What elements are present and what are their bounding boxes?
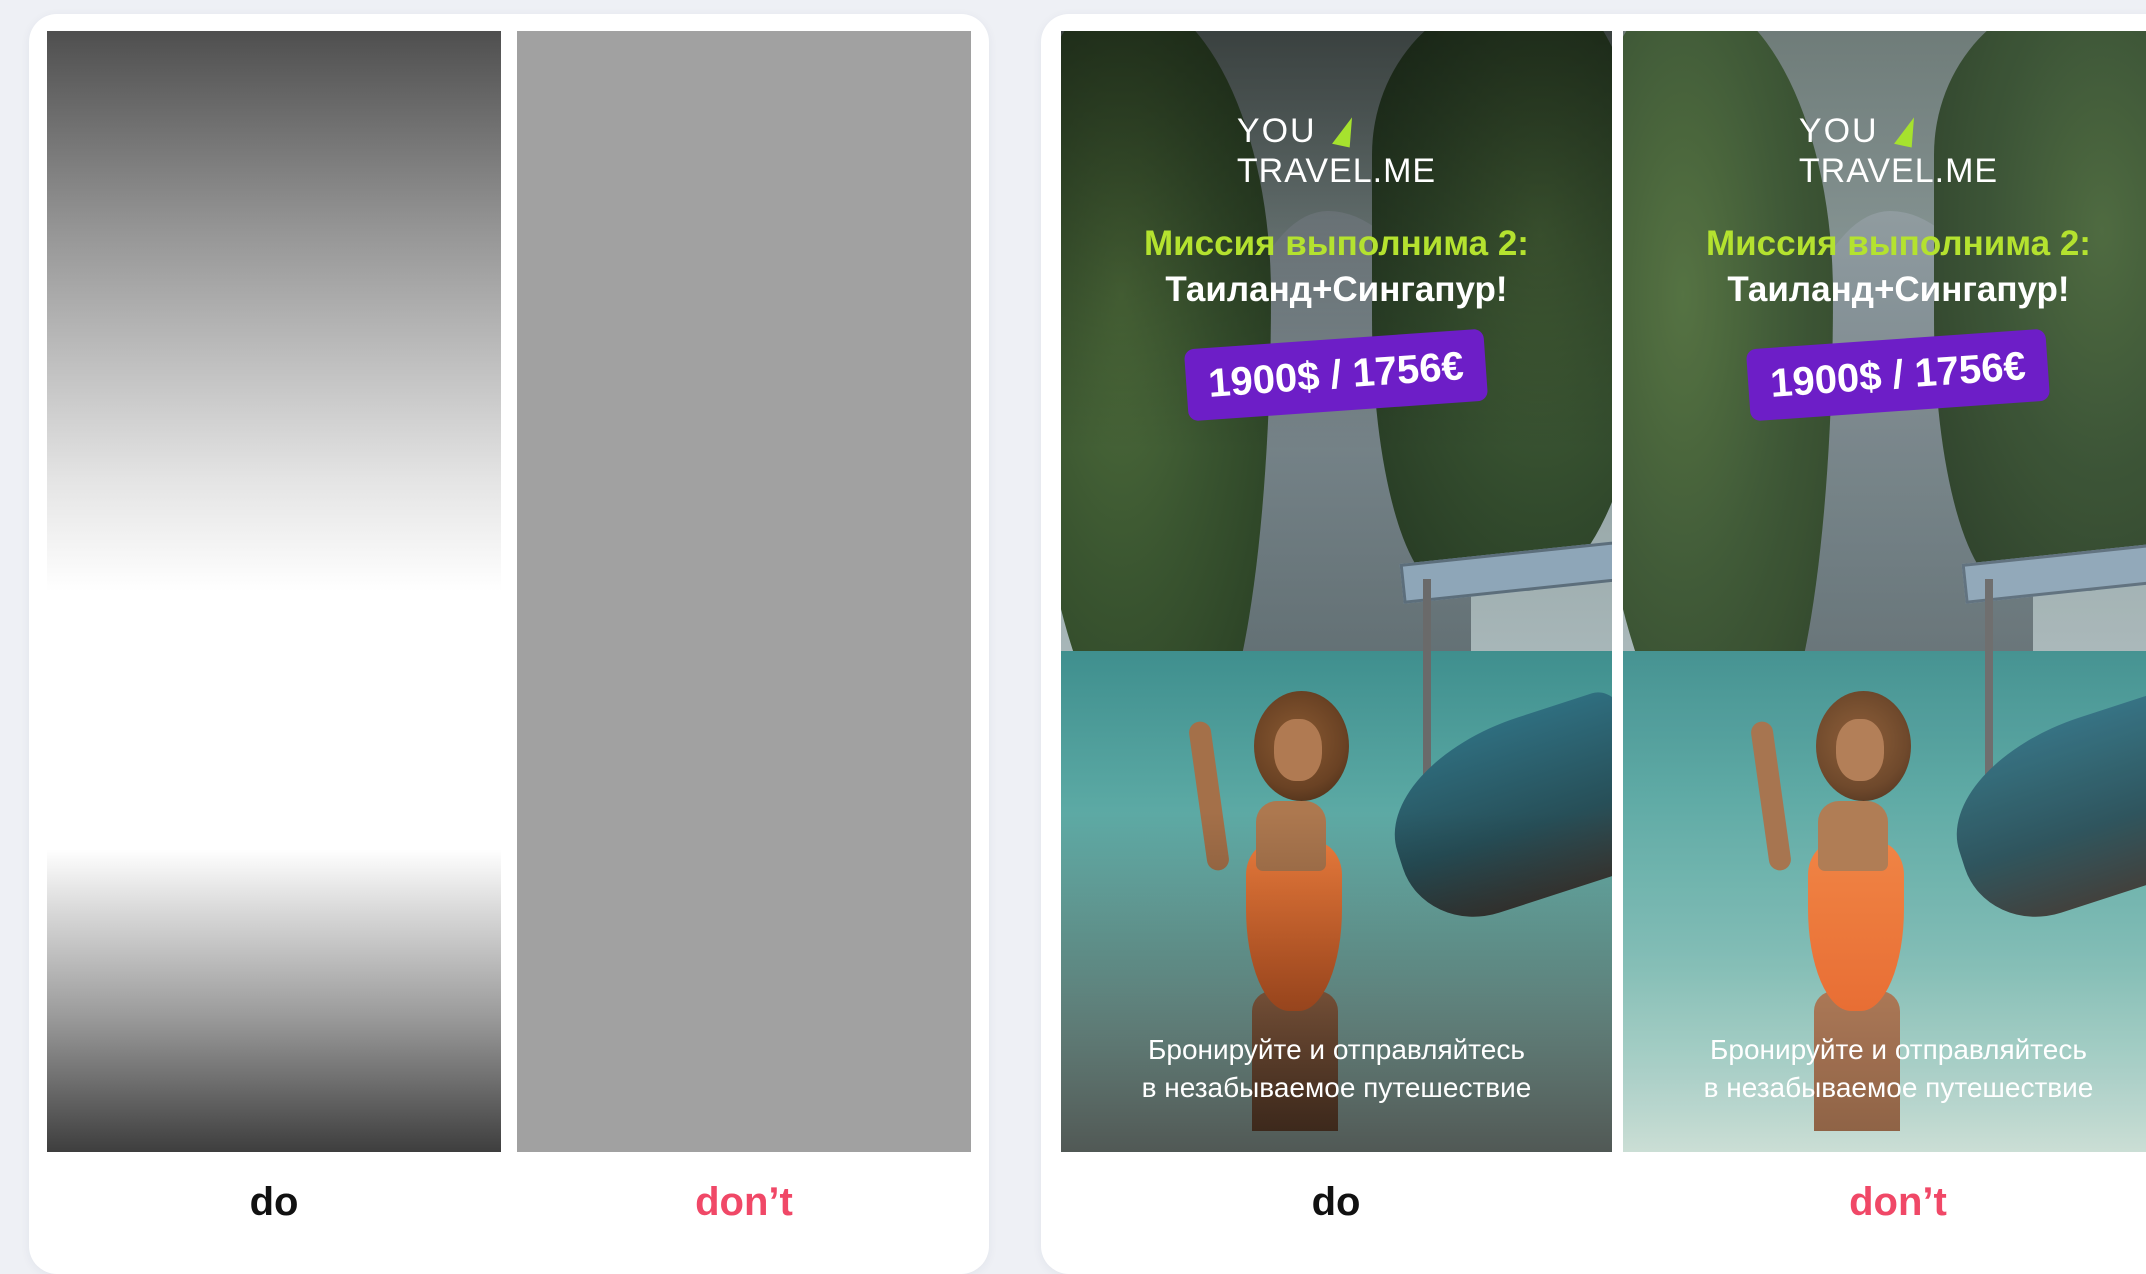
ad-banner-dont: YOU TRAVEL.ME Миссия выполнима 2: Таилан… (1623, 31, 2146, 1152)
brand-logo: YOU TRAVEL.ME (1623, 111, 2146, 191)
dont-label: don’t (695, 1180, 793, 1224)
tagline-line-2: в незабываемое путешествие (1141, 1072, 1532, 1103)
headline-line-1: Миссия выполнима 2: (1706, 224, 2091, 263)
logo-travel-text: TRAVEL.ME (1798, 152, 1999, 190)
beach-photo (1623, 31, 2146, 1152)
ad-tagline: Бронируйте и отправляйтесь в незабываемо… (1061, 1031, 1612, 1107)
logo-arrow-icon (1893, 114, 1918, 148)
tagline-line-1: Бронируйте и отправляйтесь (1148, 1034, 1525, 1065)
headline-line-2: Таиланд+Сингапур! (1165, 270, 1508, 309)
logo-arrow-icon (1331, 114, 1356, 148)
do-label: do (1311, 1180, 1361, 1224)
brand-logo: YOU TRAVEL.ME (1061, 111, 1612, 191)
logo-you-text: YOU (1236, 112, 1317, 150)
logo-travel-text: TRAVEL.ME (1236, 152, 1437, 190)
do-label: do (249, 1180, 299, 1224)
flat-overlay-example (517, 31, 971, 1152)
headline-line-2: Таиланд+Сингапур! (1727, 270, 2070, 309)
beach-photo (1061, 31, 1612, 1152)
dont-label: don’t (1849, 1180, 1947, 1224)
headline-line-1: Миссия выполнима 2: (1144, 224, 1529, 263)
ad-headline: Миссия выполнима 2: Таиланд+Сингапур! (1061, 221, 1612, 313)
ad-tagline: Бронируйте и отправляйтесь в незабываемо… (1623, 1031, 2146, 1107)
gradient-overlay-example (47, 31, 501, 1152)
logo-you-text: YOU (1798, 112, 1879, 150)
tagline-line-1: Бронируйте и отправляйтесь (1710, 1034, 2087, 1065)
tagline-line-2: в незабываемое путешествие (1703, 1072, 2094, 1103)
ad-banner-do: YOU TRAVEL.ME Миссия выполнима 2: Таилан… (1061, 31, 1612, 1152)
ad-headline: Миссия выполнима 2: Таиланд+Сингапур! (1623, 221, 2146, 313)
flat-overlay (1623, 31, 2146, 1152)
